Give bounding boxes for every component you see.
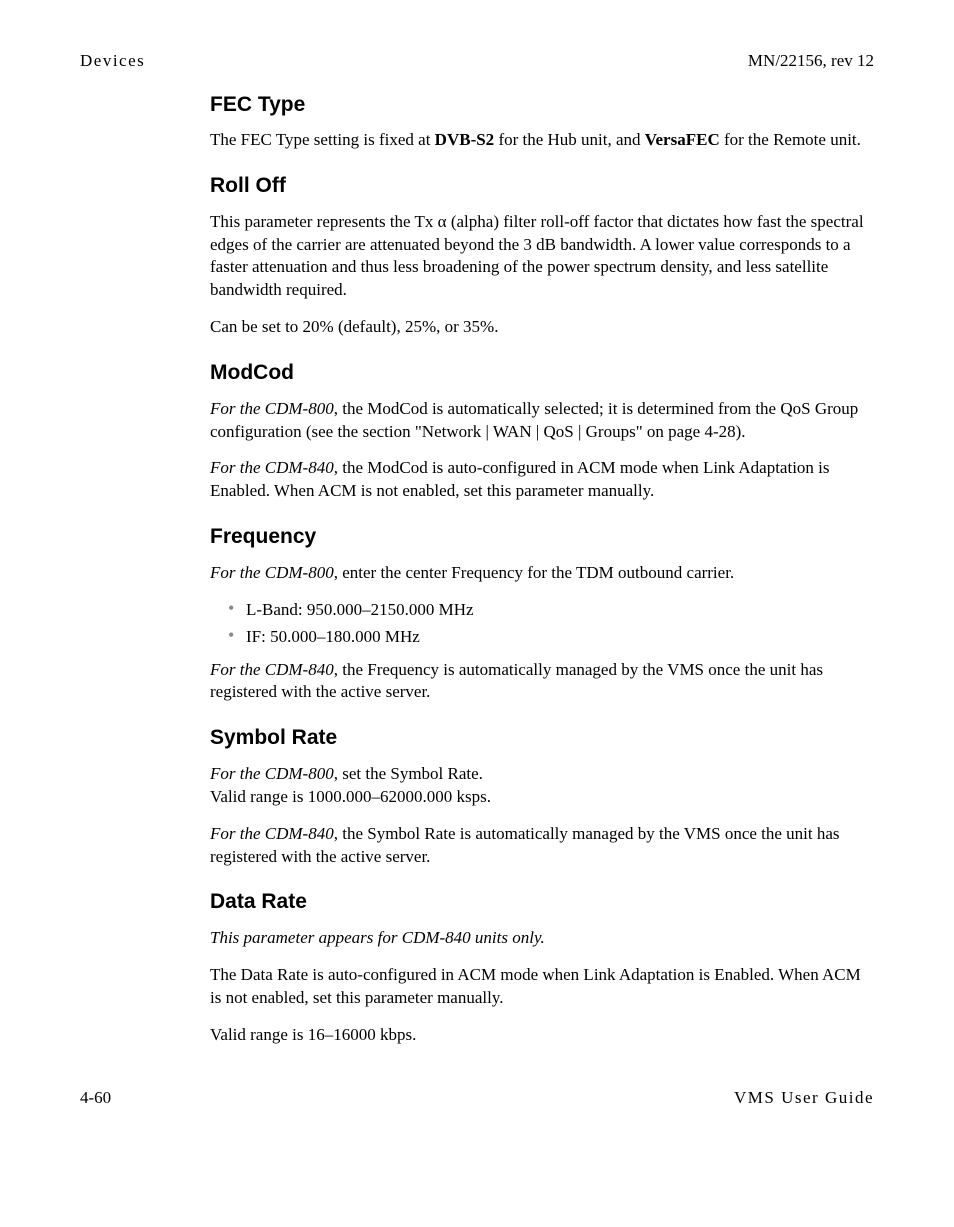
bold-dvb-s2: DVB-S2 xyxy=(435,130,495,149)
page-footer: 4-60 VMS User Guide xyxy=(80,1087,874,1110)
paragraph-roll-off-2: Can be set to 20% (default), 25%, or 35%… xyxy=(210,316,874,339)
paragraph-symbol-rate-1: For the CDM-800, set the Symbol Rate. Va… xyxy=(210,763,874,809)
heading-frequency: Frequency xyxy=(210,523,874,551)
italic-cdm840: For the CDM-840 xyxy=(210,824,334,843)
paragraph-modcod-2: For the CDM-840, the ModCod is auto-conf… xyxy=(210,457,874,503)
header-doc-id: MN/22156, rev 12 xyxy=(748,50,874,73)
page-header: Devices MN/22156, rev 12 xyxy=(80,50,874,73)
heading-data-rate: Data Rate xyxy=(210,888,874,916)
text-span: for the Remote unit. xyxy=(720,130,861,149)
paragraph-fec-type: The FEC Type setting is fixed at DVB-S2 … xyxy=(210,129,874,152)
text-span: The FEC Type setting is fixed at xyxy=(210,130,435,149)
text-span: Valid range is 1000.000–62000.000 ksps. xyxy=(210,787,491,806)
footer-page-number: 4-60 xyxy=(80,1087,111,1110)
paragraph-data-rate-3: Valid range is 16–16000 kbps. xyxy=(210,1024,874,1047)
list-item: IF: 50.000–180.000 MHz xyxy=(246,626,874,649)
paragraph-frequency-2: For the CDM-840, the Frequency is automa… xyxy=(210,659,874,705)
text-span: , enter the center Frequency for the TDM… xyxy=(334,563,734,582)
heading-modcod: ModCod xyxy=(210,359,874,387)
italic-cdm840: For the CDM-840 xyxy=(210,458,334,477)
italic-cdm840: For the CDM-840 xyxy=(210,660,334,679)
italic-cdm800: For the CDM-800 xyxy=(210,399,334,418)
paragraph-modcod-1: For the CDM-800, the ModCod is automatic… xyxy=(210,398,874,444)
paragraph-symbol-rate-2: For the CDM-840, the Symbol Rate is auto… xyxy=(210,823,874,869)
header-section-title: Devices xyxy=(80,50,145,73)
text-span: for the Hub unit, and xyxy=(494,130,645,149)
italic-cdm800: For the CDM-800 xyxy=(210,764,334,783)
list-item: L-Band: 950.000–2150.000 MHz xyxy=(246,599,874,622)
heading-symbol-rate: Symbol Rate xyxy=(210,724,874,752)
bold-versafec: VersaFEC xyxy=(645,130,720,149)
paragraph-data-rate-2: The Data Rate is auto-configured in ACM … xyxy=(210,964,874,1010)
paragraph-data-rate-1: This parameter appears for CDM-840 units… xyxy=(210,927,874,950)
page-content: FEC Type The FEC Type setting is fixed a… xyxy=(210,91,874,1047)
paragraph-frequency-1: For the CDM-800, enter the center Freque… xyxy=(210,562,874,585)
italic-cdm800: For the CDM-800 xyxy=(210,563,334,582)
paragraph-roll-off-1: This parameter represents the Tx α (alph… xyxy=(210,211,874,303)
italic-cdm840-only: This parameter appears for CDM-840 units… xyxy=(210,928,545,947)
list-frequency-bands: L-Band: 950.000–2150.000 MHz IF: 50.000–… xyxy=(210,599,874,649)
text-span: , set the Symbol Rate. xyxy=(334,764,483,783)
footer-doc-title: VMS User Guide xyxy=(734,1087,874,1110)
heading-roll-off: Roll Off xyxy=(210,172,874,200)
heading-fec-type: FEC Type xyxy=(210,91,874,119)
